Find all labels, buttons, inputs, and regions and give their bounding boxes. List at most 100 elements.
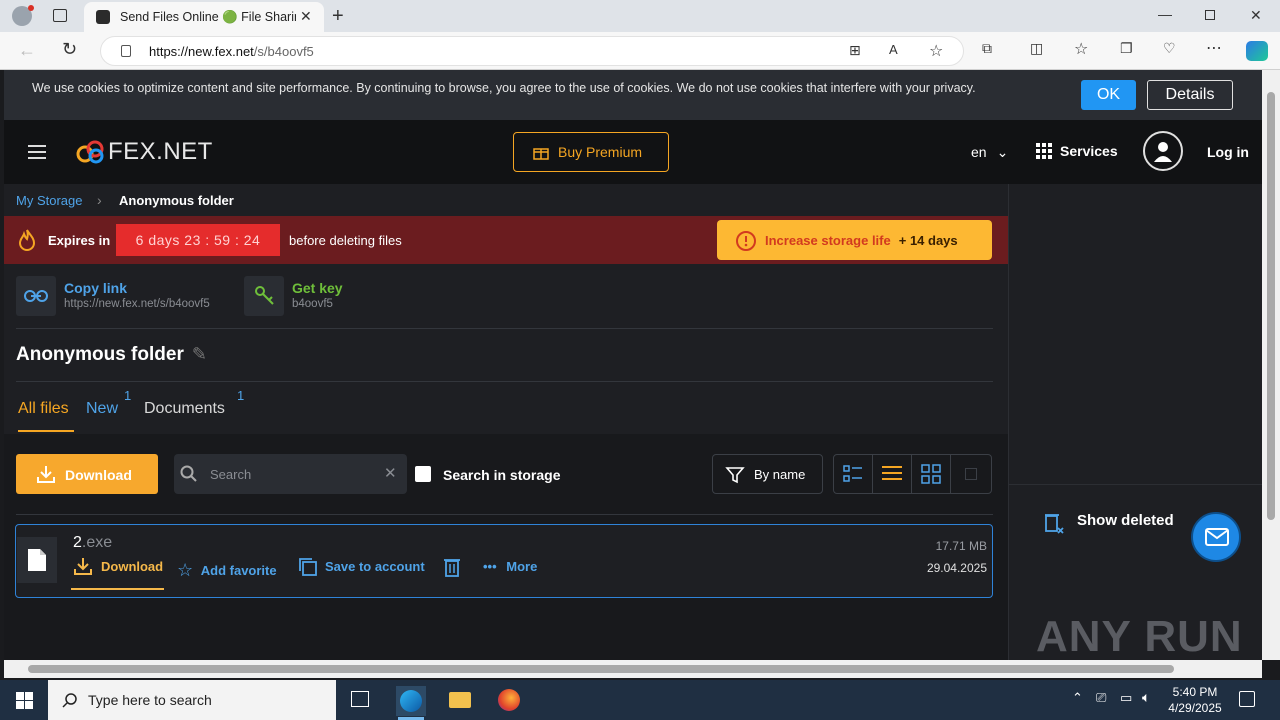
notifications-icon[interactable] bbox=[1239, 691, 1255, 707]
download-icon bbox=[37, 466, 55, 483]
address-bar[interactable]: https://new.fex.net/s/b4oovf5 ⊞ A ☆ bbox=[100, 36, 964, 66]
view-large-button[interactable] bbox=[951, 455, 990, 493]
detailed-list-icon bbox=[843, 465, 862, 482]
copy-link-button[interactable] bbox=[16, 276, 56, 316]
increase-days-label: + 14 days bbox=[898, 233, 958, 248]
breadcrumb-current: Anonymous folder bbox=[119, 193, 234, 208]
cookie-ok-button[interactable]: OK bbox=[1081, 80, 1136, 110]
view-list-button[interactable] bbox=[873, 455, 912, 493]
taskbar-clock[interactable]: 5:40 PM 4/29/2025 bbox=[1164, 684, 1226, 716]
user-avatar-icon[interactable] bbox=[1143, 131, 1183, 171]
hamburger-menu-icon[interactable] bbox=[28, 145, 46, 159]
tab-new[interactable]: New bbox=[86, 400, 118, 418]
search-input[interactable] bbox=[210, 464, 380, 484]
vertical-scrollbar[interactable] bbox=[1262, 70, 1280, 660]
refresh-icon[interactable]: ↻ bbox=[62, 39, 77, 60]
search-box[interactable]: ✕ bbox=[174, 454, 407, 494]
save-to-account-label: Save to account bbox=[325, 559, 425, 574]
tab-all-files[interactable]: All files bbox=[18, 400, 69, 418]
get-key-title[interactable]: Get key bbox=[292, 280, 343, 296]
key-icon bbox=[255, 286, 274, 305]
buy-premium-label: Buy Premium bbox=[558, 144, 643, 160]
get-key-button[interactable] bbox=[244, 276, 284, 316]
lock-icon[interactable] bbox=[121, 45, 131, 57]
close-window-icon[interactable]: ✕ bbox=[1250, 7, 1262, 24]
increase-storage-button[interactable]: Increase storage life + 14 days bbox=[717, 220, 992, 260]
horizontal-scrollbar[interactable] bbox=[4, 660, 1262, 678]
file-row[interactable]: 2.exe Download ☆ Add favorite Save to ac… bbox=[15, 524, 993, 598]
wifi-icon[interactable]: ▭ bbox=[1120, 690, 1132, 706]
alarm-clock-icon bbox=[736, 231, 756, 251]
maximize-icon[interactable] bbox=[1205, 10, 1215, 20]
site-logo[interactable]: FEX.NET bbox=[108, 138, 213, 166]
pencil-edit-icon[interactable]: ✎ bbox=[192, 344, 207, 364]
copilot-icon[interactable] bbox=[1246, 41, 1268, 61]
contact-mail-button[interactable] bbox=[1191, 512, 1241, 562]
key-value: b4oovf5 bbox=[292, 298, 333, 310]
edge-taskbar-button[interactable] bbox=[396, 686, 426, 716]
divider bbox=[16, 328, 993, 329]
favicon-icon bbox=[96, 10, 110, 24]
firefox-icon[interactable] bbox=[498, 689, 520, 711]
close-tab-icon[interactable]: ✕ bbox=[300, 8, 312, 25]
search-icon bbox=[180, 465, 197, 482]
notification-dot-icon bbox=[28, 5, 34, 11]
tab-documents[interactable]: Documents bbox=[144, 400, 225, 418]
file-download-button[interactable]: Download bbox=[73, 558, 163, 575]
expiration-banner: Expires in 6 days 23 : 59 : 24 before de… bbox=[4, 216, 1008, 264]
more-actions-button[interactable]: ••• More bbox=[483, 559, 537, 574]
view-detailed-list-button[interactable] bbox=[834, 455, 873, 493]
read-aloud-icon[interactable]: A bbox=[889, 42, 898, 57]
add-favorite-icon[interactable]: ☆ bbox=[929, 41, 943, 61]
volume-icon[interactable]: 🔈︎ bbox=[1142, 689, 1150, 706]
save-to-account-button[interactable]: Save to account bbox=[298, 558, 425, 576]
countdown-timer: 6 days 23 : 59 : 24 bbox=[116, 224, 280, 256]
vertical-scroll-thumb[interactable] bbox=[1267, 92, 1275, 520]
show-deleted-button[interactable]: Show deleted bbox=[1040, 512, 1174, 534]
collections-icon[interactable]: ❐ bbox=[1120, 40, 1133, 57]
clear-search-icon[interactable]: ✕ bbox=[384, 464, 397, 482]
search-in-storage-checkbox[interactable] bbox=[415, 466, 431, 482]
copy-icon bbox=[299, 558, 317, 576]
back-icon[interactable]: ← bbox=[18, 40, 36, 61]
file-icon bbox=[17, 537, 57, 583]
network-icon[interactable]: ⎚ bbox=[1096, 690, 1106, 706]
split-screen-icon[interactable]: ◫ bbox=[1030, 40, 1043, 57]
sort-button[interactable]: By name bbox=[712, 454, 823, 494]
taskbar-search[interactable]: Type here to search bbox=[48, 680, 336, 720]
url-text[interactable]: https://new.fex.net/s/b4oovf5 bbox=[149, 44, 314, 59]
show-hidden-icons-icon[interactable]: ⌃ bbox=[1072, 690, 1083, 706]
new-tab-icon[interactable]: + bbox=[332, 5, 344, 28]
fex-logo-icon[interactable] bbox=[76, 140, 106, 164]
minimize-icon[interactable]: — bbox=[1158, 6, 1172, 22]
cookie-details-button[interactable]: Details bbox=[1147, 80, 1233, 110]
file-name[interactable]: 2.exe bbox=[73, 534, 112, 552]
file-explorer-icon[interactable] bbox=[449, 692, 471, 708]
tab-actions-icon[interactable] bbox=[53, 9, 67, 22]
breadcrumb-my-storage[interactable]: My Storage bbox=[16, 193, 82, 208]
buy-premium-button[interactable]: Buy Premium bbox=[513, 132, 669, 172]
login-link[interactable]: Log in bbox=[1207, 144, 1249, 160]
language-selector[interactable]: en ⌄ bbox=[971, 144, 1008, 161]
horizontal-scroll-thumb[interactable] bbox=[28, 665, 1174, 673]
edge-icon bbox=[400, 690, 422, 712]
site-header: FEX.NET Buy Premium en ⌄ Services Log in bbox=[4, 120, 1262, 184]
cookie-text: We use cookies to optimize content and s… bbox=[32, 81, 976, 95]
sort-label: By name bbox=[754, 467, 806, 482]
performance-icon[interactable]: ♡ bbox=[1163, 40, 1176, 57]
extensions-icon[interactable]: ⧉ bbox=[982, 40, 992, 57]
view-grid-button[interactable] bbox=[912, 455, 951, 493]
task-view-icon[interactable] bbox=[351, 691, 369, 707]
download-underline bbox=[71, 588, 164, 590]
windows-start-icon[interactable] bbox=[16, 692, 33, 709]
search-in-storage-label[interactable]: Search in storage bbox=[443, 467, 561, 483]
download-all-button[interactable]: Download bbox=[16, 454, 158, 494]
add-favorite-button[interactable]: ☆ Add favorite bbox=[177, 559, 277, 580]
more-icon[interactable]: ⋯ bbox=[1206, 38, 1222, 58]
favorites-icon[interactable]: ☆ bbox=[1074, 39, 1088, 59]
large-view-icon bbox=[965, 468, 977, 480]
browser-tab[interactable]: Send Files Online 🟢 File Sharing ✕ bbox=[84, 2, 324, 32]
copy-link-title[interactable]: Copy link bbox=[64, 280, 127, 296]
app-available-icon[interactable]: ⊞ bbox=[849, 42, 861, 59]
star-icon: ☆ bbox=[177, 560, 194, 580]
